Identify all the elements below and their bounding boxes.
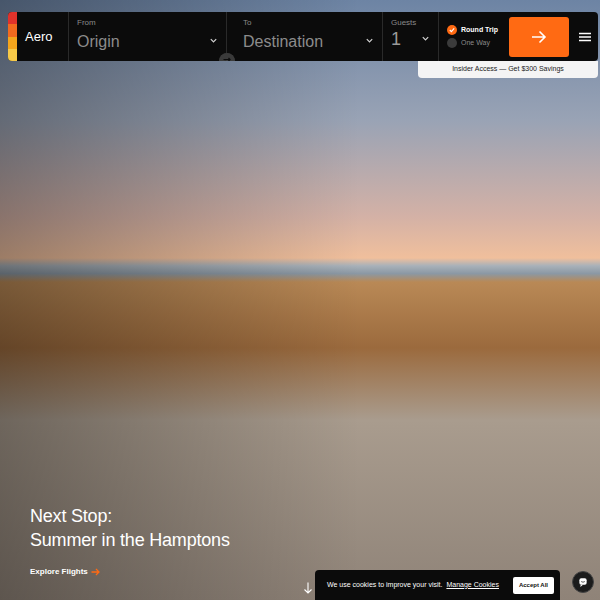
promo-tab[interactable]: Insider Access — Get $300 Savings (418, 61, 598, 78)
trip-type-label[interactable]: One Way (461, 38, 490, 49)
chat-icon[interactable] (572, 571, 594, 593)
cookie-banner: We use cookies to improve your visit. Ma… (315, 570, 560, 600)
explore-flights-label[interactable]: Explore Flights (30, 566, 88, 578)
chevron-down-icon[interactable] (421, 34, 430, 43)
manage-cookies-link[interactable]: Manage Cookies (446, 580, 499, 591)
guests-value[interactable]: 1 (391, 28, 401, 50)
accept-all-button[interactable]: Accept All (513, 577, 554, 594)
hero-title: Next Stop: (30, 504, 230, 528)
origin-field[interactable]: From (69, 12, 227, 61)
arrow-right-icon (91, 568, 100, 576)
cookie-text: We use cookies to improve your visit. (327, 580, 442, 591)
chevron-down-icon[interactable] (365, 36, 374, 45)
origin-label: From (77, 18, 218, 28)
arrow-right-icon (531, 30, 547, 44)
search-bar: Aero From To Guests 1 Round Trip One Way (8, 12, 598, 61)
brand-name[interactable]: Aero (25, 27, 52, 47)
destination-input[interactable] (243, 28, 361, 54)
destination-label: To (235, 18, 374, 28)
radio-button[interactable] (447, 25, 457, 35)
guests-field[interactable]: Guests 1 (383, 12, 439, 61)
destination-field[interactable]: To (227, 12, 383, 61)
trip-type-group: Round Trip One Way (439, 25, 505, 49)
guests-label: Guests (391, 18, 430, 28)
logo-stripes (8, 12, 17, 61)
trip-type-label[interactable]: Round Trip (461, 25, 498, 36)
trip-type-option[interactable]: One Way (447, 38, 505, 49)
menu-button[interactable] (573, 32, 597, 42)
swap-icon[interactable] (219, 53, 235, 62)
trip-type-option[interactable]: Round Trip (447, 25, 505, 36)
explore-flights-link[interactable]: Explore Flights (30, 566, 100, 578)
hamburger-icon (579, 32, 591, 42)
hero-copy: Next Stop: Summer in the Hamptons Explor… (30, 504, 230, 581)
hero-subtitle: Summer in the Hamptons (30, 528, 230, 552)
search-button[interactable] (509, 17, 569, 57)
scroll-down-icon[interactable] (303, 582, 313, 594)
radio-button[interactable] (447, 38, 457, 48)
chevron-down-icon[interactable] (209, 36, 218, 45)
check-icon (449, 27, 455, 33)
brand-logo[interactable]: Aero (17, 12, 69, 61)
origin-input[interactable] (77, 28, 205, 54)
